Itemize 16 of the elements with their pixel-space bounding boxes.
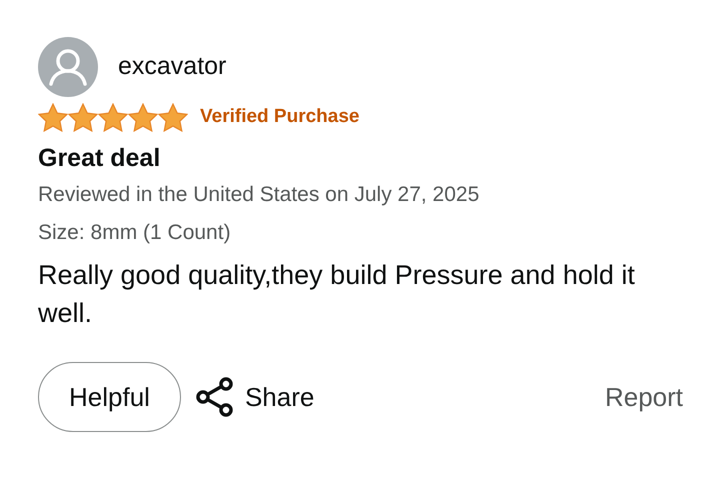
helpful-button[interactable]: Helpful (38, 362, 181, 432)
star-icon (158, 103, 188, 132)
verified-purchase-label: Verified Purchase (200, 105, 360, 130)
review-body: Really good quality,they build Pressure and hold it well. (38, 259, 636, 330)
variant-label: Size: 8mm (1 Count) (38, 220, 232, 246)
share-button[interactable]: Share (194, 377, 314, 417)
star-icon (38, 103, 68, 132)
avatar-icon (38, 37, 98, 97)
star-icon (98, 103, 128, 132)
report-link[interactable]: Report (604, 378, 683, 416)
star-icon (128, 103, 158, 132)
review-title: Great deal (38, 143, 162, 174)
share-icon (194, 377, 235, 417)
reviewer-name: excavator (118, 51, 226, 82)
review-date: Reviewed in the United States on July 27, 2025 (38, 182, 480, 208)
star-icon (68, 103, 98, 132)
